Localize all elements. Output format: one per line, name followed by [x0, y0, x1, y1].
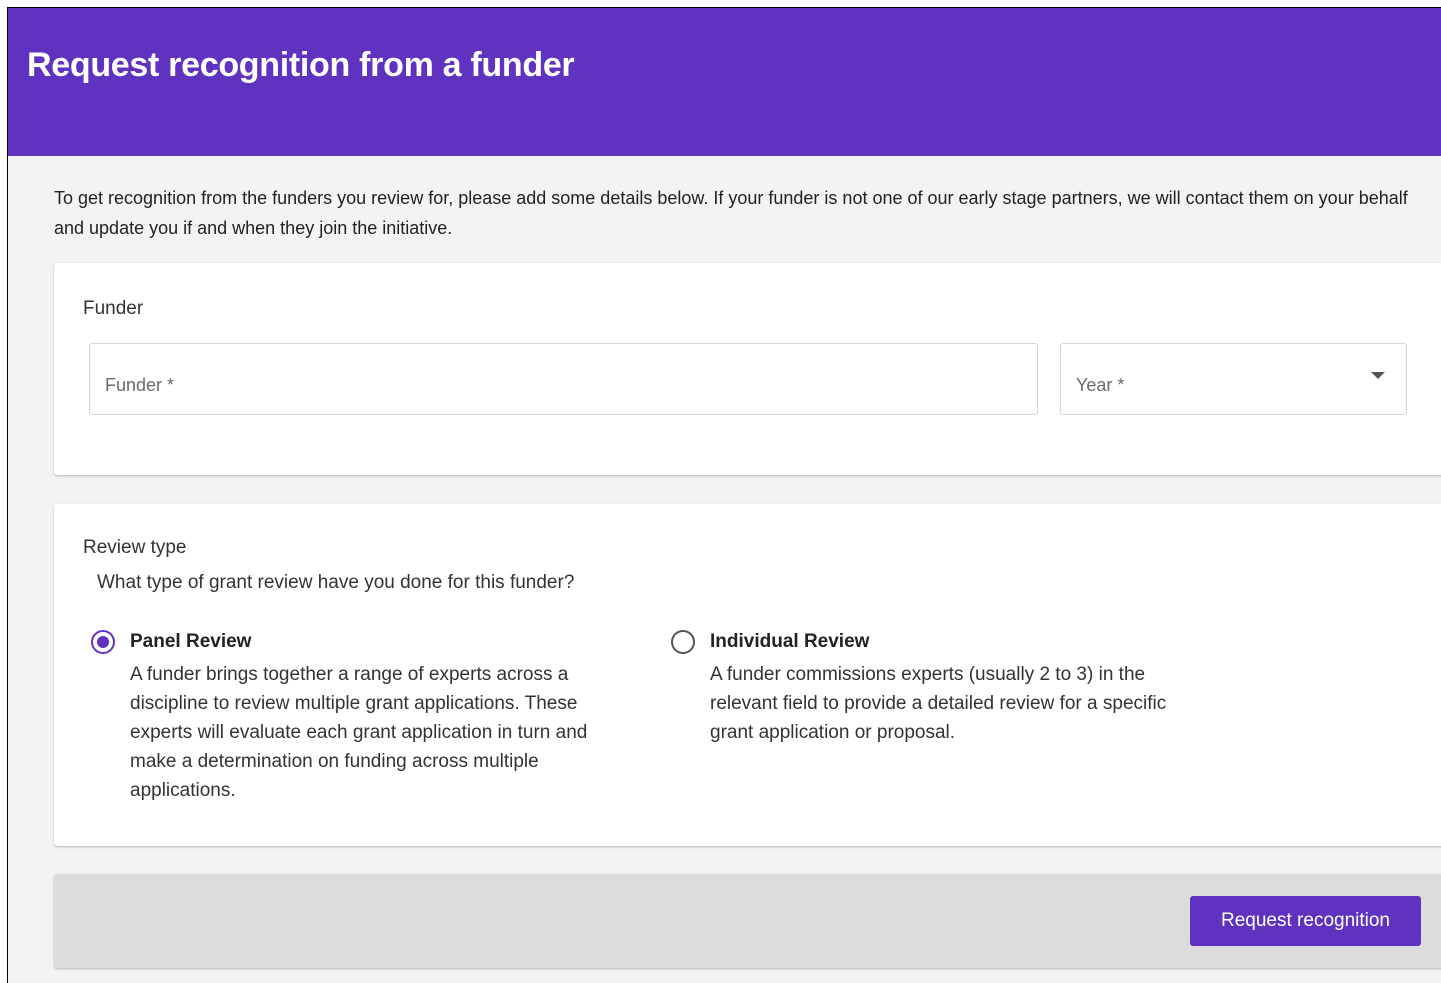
review-type-card: Review type What type of grant review ha… — [54, 504, 1441, 846]
funder-card: Funder Funder * Year * — [54, 263, 1441, 475]
page-frame: Request recognition from a funder To get… — [7, 7, 1441, 983]
panel-review-description: A funder brings together a range of expe… — [130, 664, 588, 801]
caret-down-icon[interactable] — [1371, 372, 1385, 379]
funder-input-placeholder: Funder * — [105, 375, 175, 395]
radio-checked-icon[interactable] — [91, 630, 115, 654]
review-section-label: Review type — [83, 537, 187, 558]
review-question: What type of grant review have you done … — [97, 572, 575, 593]
year-select-placeholder: Year * — [1076, 375, 1125, 395]
individual-review-title: Individual Review — [710, 631, 870, 652]
panel-review-title: Panel Review — [130, 631, 252, 652]
funder-input[interactable]: Funder * — [89, 343, 1038, 415]
page-header: Request recognition from a funder — [8, 8, 1441, 156]
intro-text: To get recognition from the funders you … — [54, 188, 1408, 238]
radio-unchecked-icon[interactable] — [671, 630, 695, 654]
year-select[interactable]: Year * — [1060, 343, 1407, 415]
action-bar: Request recognition — [54, 874, 1441, 968]
page-title: Request recognition from a funder — [27, 46, 575, 84]
request-recognition-button[interactable]: Request recognition — [1190, 896, 1421, 946]
funder-section-label: Funder — [83, 298, 144, 319]
individual-review-description: A funder commissions experts (usually 2 … — [710, 664, 1167, 743]
